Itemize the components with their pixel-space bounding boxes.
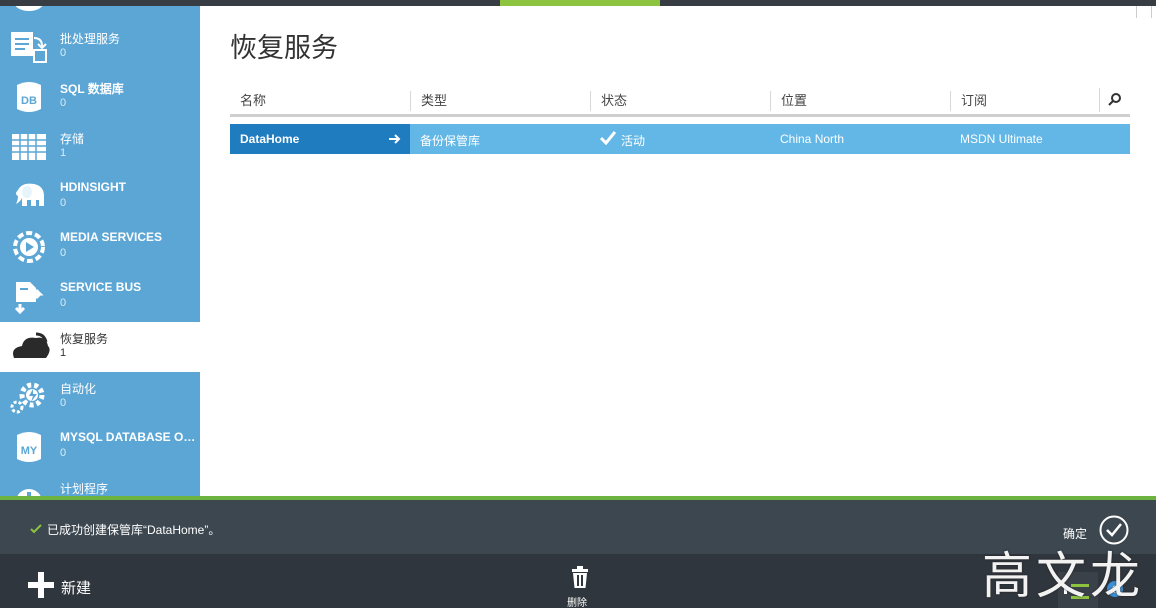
row-type: 备份保管库 (420, 134, 481, 148)
media-play-icon (10, 230, 48, 264)
sidebar-item-label: 存储 (60, 132, 85, 146)
sidebar-item-label: 批处理服务 (60, 32, 121, 46)
page-title: 恢复服务 (230, 33, 338, 63)
row-name[interactable]: DataHome (240, 132, 299, 146)
new-button[interactable]: 新建 (28, 570, 108, 598)
cloud-partial-icon (10, 6, 48, 14)
delete-button[interactable]: 删除 (560, 564, 600, 609)
sidebar-item-label: MEDIA SERVICES (60, 230, 163, 244)
automation-gear-icon (10, 380, 48, 414)
mysql-icon: MY (10, 430, 48, 464)
column-header-subscription[interactable]: 订阅 (950, 91, 1100, 111)
row-location: China North (780, 132, 845, 146)
search-icon (1108, 93, 1121, 106)
storage-grid-icon (10, 130, 48, 164)
column-header-type[interactable]: 类型 (410, 91, 590, 111)
sidebar-item-label: 自动化 (60, 382, 97, 396)
plus-icon (28, 572, 54, 598)
column-header-location[interactable]: 位置 (770, 91, 950, 111)
sidebar-item-count: 0 (60, 297, 67, 309)
sidebar-item-label: HDINSIGHT (60, 180, 126, 194)
main-content: 恢复服务 名称 类型 状态 位置 订阅 DataHome 备份保管库 活动 Ch… (200, 6, 1156, 496)
ok-button[interactable] (1099, 515, 1129, 545)
service-bus-icon (10, 280, 48, 315)
sidebar-item-count: 1 (60, 6, 66, 9)
svg-text:DB: DB (21, 95, 37, 107)
sidebar-item-count: 1 (60, 347, 67, 359)
batch-icon (10, 30, 48, 64)
success-check-icon (30, 524, 42, 534)
recovery-cloud-icon (10, 330, 50, 364)
notification-message: 已成功创建保管库“DataHome”。 (47, 523, 221, 537)
table-row[interactable]: DataHome 备份保管库 活动 China North MSDN Ultim… (230, 124, 1130, 154)
sidebar-item-count: 0 (60, 47, 67, 59)
sidebar-item-recovery-services[interactable]: 恢复服务 1 (0, 322, 200, 372)
command-list-button[interactable] (1058, 572, 1098, 608)
sidebar-item-label: SERVICE BUS (60, 280, 142, 294)
database-icon: DB (10, 80, 48, 114)
sidebar-item-label: 恢复服务 (60, 332, 109, 346)
sidebar-item-count: 0 (60, 447, 67, 459)
sidebar-item-mysql[interactable]: MY MYSQL DATABASE ON... 0 (0, 422, 200, 472)
svg-text:MY: MY (21, 445, 38, 457)
checkmark-icon (600, 131, 616, 145)
column-header-status[interactable]: 状态 (590, 91, 770, 111)
sidebar-item-count: 0 (60, 247, 67, 259)
new-button-label: 新建 (61, 580, 92, 597)
sidebar-item-count: 0 (60, 397, 67, 409)
arrow-right-icon[interactable] (388, 132, 402, 146)
notification-bar: 已成功创建保管库“DataHome”。 确定 (0, 496, 1156, 554)
ok-label[interactable]: 确定 (1063, 525, 1087, 542)
sidebar-item-label: SQL 数据库 (60, 82, 124, 96)
sidebar-item-label: 计划程序 (60, 482, 109, 496)
row-subscription: MSDN Ultimate (960, 132, 1043, 146)
sidebar-item-partial[interactable]: 1 (0, 6, 200, 22)
search-button[interactable] (1099, 88, 1130, 112)
sidebar-item-media-services[interactable]: MEDIA SERVICES 0 (0, 222, 200, 272)
sidebar-item-hdinsight[interactable]: HDINSIGHT 0 (0, 172, 200, 222)
sidebar: 1 批处理服务 0 DB SQL 数据库 0 (0, 6, 200, 496)
column-header-name[interactable]: 名称 (230, 91, 410, 111)
sidebar-item-sql-database[interactable]: DB SQL 数据库 0 (0, 72, 200, 122)
sidebar-item-count: 0 (60, 97, 67, 109)
sidebar-item-service-bus[interactable]: SERVICE BUS 0 (0, 272, 200, 322)
list-icon (1064, 584, 1089, 599)
trash-icon (572, 566, 588, 588)
help-icon[interactable]: ? (1106, 580, 1124, 598)
delete-button-label: 删除 (567, 598, 587, 609)
table-header: 名称 类型 状态 位置 订阅 (230, 88, 1130, 117)
elephant-icon (10, 180, 48, 214)
svg-text:?: ? (1112, 584, 1118, 596)
row-name-cell[interactable]: DataHome (230, 124, 410, 154)
command-bar: 新建 删除 ? (0, 554, 1156, 609)
sidebar-item-count: 1 (60, 147, 67, 159)
sidebar-item-count: 0 (60, 197, 67, 209)
scheduler-clock-icon (10, 480, 48, 496)
sidebar-item-storage[interactable]: 存储 1 (0, 122, 200, 172)
sidebar-item-batch[interactable]: 批处理服务 0 (0, 22, 200, 72)
sidebar-item-label: MYSQL DATABASE ON... (60, 430, 200, 444)
row-status: 活动 (621, 134, 646, 148)
sidebar-item-automation[interactable]: 自动化 0 (0, 372, 200, 422)
scrollbar[interactable] (1136, 6, 1152, 18)
sidebar-item-scheduler[interactable]: 计划程序 (0, 472, 200, 496)
